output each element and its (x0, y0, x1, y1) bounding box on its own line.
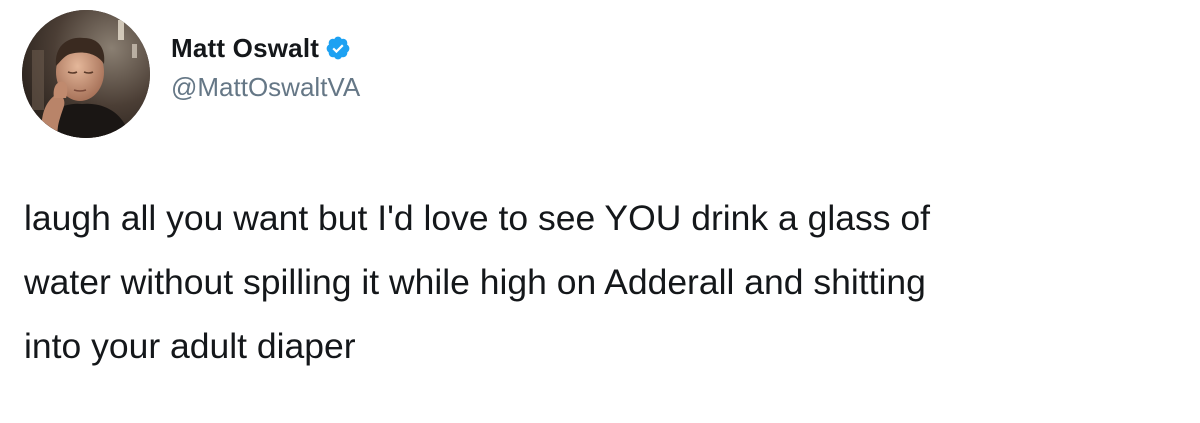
tweet-text-line: into your adult diaper (24, 326, 356, 366)
tweet-card: Matt Oswalt @MattOswaltVA laugh all you … (0, 0, 1200, 423)
avatar[interactable] (22, 10, 150, 138)
name-row: Matt Oswalt (171, 32, 360, 64)
handle[interactable]: @MattOswaltVA (171, 72, 360, 103)
tweet-text-line: laugh all you want but I'd love to see Y… (24, 198, 930, 238)
author-block: Matt Oswalt @MattOswaltVA (171, 32, 360, 103)
tweet-text: laugh all you want but I'd love to see Y… (24, 186, 1184, 378)
tweet-text-line: water without spilling it while high on … (24, 262, 926, 302)
display-name[interactable]: Matt Oswalt (171, 33, 319, 64)
profile-photo (22, 10, 150, 138)
verified-badge-icon (325, 35, 351, 61)
